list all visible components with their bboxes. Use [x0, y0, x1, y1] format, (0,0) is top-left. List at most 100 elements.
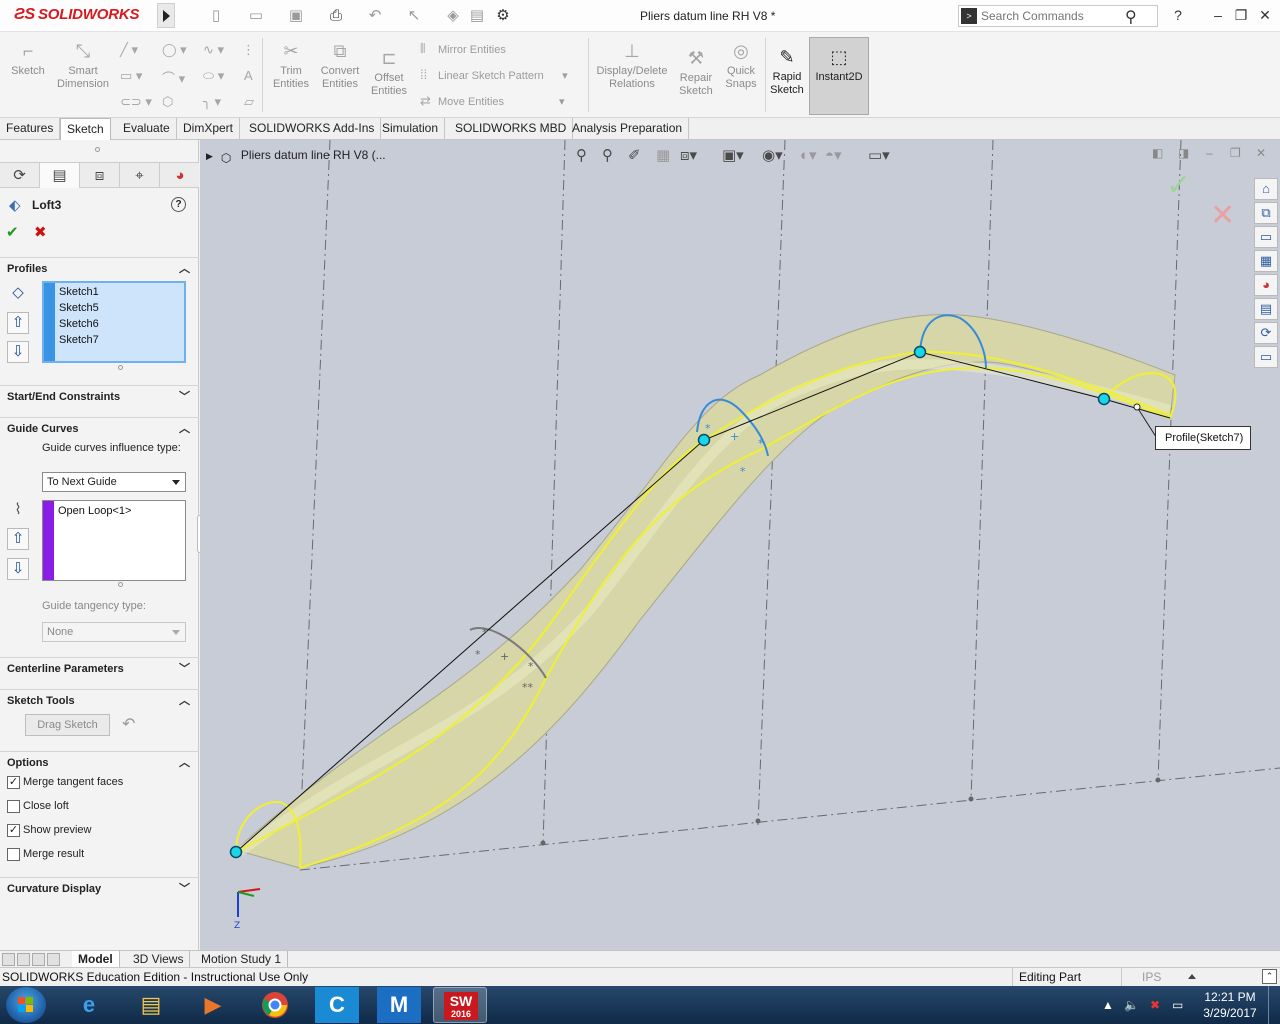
tab-simulation[interactable]: Simulation [376, 118, 446, 140]
file-explorer-icon[interactable]: ▤ [124, 987, 178, 1023]
zoom-to-area-icon[interactable]: ⚲ [602, 146, 613, 164]
search-icon[interactable]: ⚲ [1125, 7, 1137, 27]
list-item[interactable]: Open Loop<1> [58, 505, 131, 517]
convert-entities-button[interactable]: ⧉ Convert Entities [316, 40, 364, 91]
help-icon[interactable]: ? [171, 197, 186, 212]
quick-snaps-button[interactable]: ◎ Quick Snaps [720, 40, 762, 91]
trim-entities-button[interactable]: ✂ Trim Entities [268, 40, 314, 91]
previous-view-icon[interactable]: ✐ [628, 146, 641, 164]
tab-3d-views[interactable]: 3D Views [127, 951, 191, 968]
status-units[interactable]: IPS [1142, 968, 1161, 986]
show-desktop-button[interactable] [1268, 986, 1280, 1024]
rectangle-icon[interactable]: ▭ ▾ [120, 68, 142, 84]
smart-dimension-button[interactable]: ⤡ Smart Dimension [54, 40, 112, 91]
arc-icon[interactable]: ⌒ ▾ [162, 68, 185, 87]
display-delete-relations-button[interactable]: ⊥ Display/Delete Relations [594, 40, 670, 91]
mirror-entities-button[interactable]: ⫴ Mirror Entities [420, 40, 506, 58]
custom-properties-icon[interactable]: ▤ [1254, 298, 1278, 320]
panel-splitter-handle[interactable] [95, 147, 100, 152]
list-item[interactable]: Sketch7 [59, 334, 99, 346]
merge-tangent-faces-checkbox[interactable]: ✓ [7, 776, 20, 789]
media-player-icon[interactable]: ▶ [186, 987, 240, 1023]
system-clock[interactable]: 12:21 PM 3/29/2017 [1196, 989, 1264, 1021]
fillet-icon[interactable]: ╮ ▾ [203, 94, 221, 110]
zoom-to-fit-icon[interactable]: ⚲ [576, 146, 587, 164]
display-manager-tab-icon[interactable]: ◕ [160, 163, 200, 188]
quick-tips-icon[interactable]: ⌃ [1262, 969, 1277, 984]
tab-model[interactable]: Model [72, 951, 120, 968]
configuration-manager-tab-icon[interactable]: ⧈ [80, 163, 120, 188]
circle-icon[interactable]: ◯ ▾ [162, 42, 187, 58]
list-item[interactable]: Sketch6 [59, 318, 99, 330]
guide-tangency-select[interactable]: None [42, 622, 186, 642]
profiles-section-header[interactable]: Profiles ︿ [0, 257, 199, 279]
curvature-display-section-header[interactable]: Curvature Display ﹀ [0, 877, 199, 899]
linear-sketch-pattern-button[interactable]: ⁞⁞ Linear Sketch Pattern ▾ [420, 66, 568, 84]
feature-manager-tab-icon[interactable]: ⟳ [0, 163, 40, 188]
close-icon[interactable]: ✕ [1253, 6, 1277, 24]
new-document-icon[interactable]: ▯ [205, 7, 227, 25]
text-icon[interactable]: A [244, 68, 253, 83]
units-menu-arrow-icon[interactable] [1188, 974, 1196, 979]
feature-tree-flyout[interactable]: ▶ ⬡ Pliers datum line RH V8 (... [206, 148, 386, 165]
slot-icon[interactable]: ⊂⊃ ▾ [120, 94, 152, 110]
minimize-icon[interactable]: – [1206, 6, 1230, 24]
network-icon[interactable]: ▭ [1172, 998, 1183, 1012]
prev-tab-arrow[interactable] [17, 953, 30, 966]
centerline-parameters-section-header[interactable]: Centerline Parameters ﹀ [0, 657, 199, 679]
show-hidden-icons-icon[interactable]: ▲ [1102, 998, 1114, 1012]
profiles-resize-handle[interactable] [118, 365, 123, 370]
viewport-split-right-icon[interactable]: ◨ [1178, 146, 1189, 160]
undo-icon[interactable]: ↶ [364, 7, 386, 25]
open-folder-icon[interactable]: ▭ [245, 7, 267, 25]
drag-sketch-button[interactable]: Drag Sketch [25, 714, 110, 736]
graphics-viewport[interactable]: * * * + * * * ** + ▶ ⬡ Pliers datum line RH V8 (.… [200, 140, 1280, 950]
tab-evaluate[interactable]: Evaluate [117, 118, 177, 140]
select-cursor-icon[interactable]: ↖ [403, 7, 425, 25]
comments-icon[interactable]: ▭ [1254, 346, 1278, 368]
spline-icon[interactable]: ∿ ▾ [203, 42, 224, 58]
tab-dimxpert[interactable]: DimXpert [177, 118, 241, 140]
move-entities-button[interactable]: ⇄ Move Entities ▾ [420, 92, 565, 110]
ellipse-icon[interactable]: ⬭ ▾ [203, 68, 224, 84]
solidworks-logo[interactable]: ƧS SOLIDWORKS [14, 6, 139, 24]
move-up-arrow-icon[interactable]: ⇧ [7, 312, 29, 334]
section-view-icon[interactable]: ▦ [656, 146, 670, 164]
undo-sketch-drag-icon[interactable]: ↶ [122, 714, 135, 734]
edit-appearance-icon[interactable]: ◐▾ [800, 146, 817, 164]
tab-motion-study-1[interactable]: Motion Study 1 [195, 951, 289, 968]
line-icon[interactable]: ╱ ▾ [120, 42, 138, 58]
appearances-icon[interactable]: ◕ [1254, 274, 1278, 296]
view-palette-icon[interactable]: ▦ [1254, 250, 1278, 272]
polygon-icon[interactable]: ⬡ [162, 94, 173, 110]
confirmation-ok-icon[interactable]: ✓ [1166, 168, 1191, 203]
tab-solidworks-mbd[interactable]: SOLIDWORKS MBD [449, 118, 574, 140]
restore-icon[interactable]: ❐ [1229, 6, 1253, 24]
tab-solidworks-add-ins[interactable]: SOLIDWORKS Add-Ins [243, 118, 382, 140]
network-warning-icon[interactable]: ✖ [1150, 998, 1160, 1012]
search-input[interactable] [981, 8, 1121, 24]
start-button[interactable] [6, 987, 46, 1023]
app-m-icon[interactable]: M [377, 987, 421, 1023]
print-icon[interactable]: ⎙ [325, 7, 347, 25]
menu-expand-arrow[interactable] [157, 3, 175, 28]
apply-scene-icon[interactable]: ◓▾ [825, 146, 842, 164]
guide-influence-select[interactable]: To Next Guide [42, 472, 186, 492]
loft-body[interactable] [234, 313, 1176, 869]
start-end-constraints-section-header[interactable]: Start/End Constraints ﹀ [0, 385, 199, 407]
chrome-icon[interactable] [248, 987, 302, 1023]
point-icon[interactable]: ⋮ [242, 42, 255, 58]
confirmation-cancel-icon[interactable]: ✕ [1210, 198, 1235, 233]
viewport-split-left-icon[interactable]: ◧ [1152, 146, 1163, 160]
profiles-listbox[interactable]: Sketch1 Sketch5 Sketch6 Sketch7 [42, 281, 186, 363]
tab-features[interactable]: Features [0, 118, 61, 140]
rebuild-icon[interactable]: ◈ [442, 7, 464, 25]
viewport-close-icon[interactable]: ✕ [1256, 146, 1266, 160]
next-tab-arrow[interactable] [32, 953, 45, 966]
design-library-icon[interactable]: ⧉ [1254, 202, 1278, 224]
offset-entities-button[interactable]: ⊏ Offset Entities [366, 47, 412, 98]
sketch-tools-section-header[interactable]: Sketch Tools ︿ [0, 689, 199, 711]
help-button[interactable]: ? [1166, 6, 1190, 24]
options-section-header[interactable]: Options ︿ [0, 751, 199, 773]
first-tab-arrow[interactable] [2, 953, 15, 966]
